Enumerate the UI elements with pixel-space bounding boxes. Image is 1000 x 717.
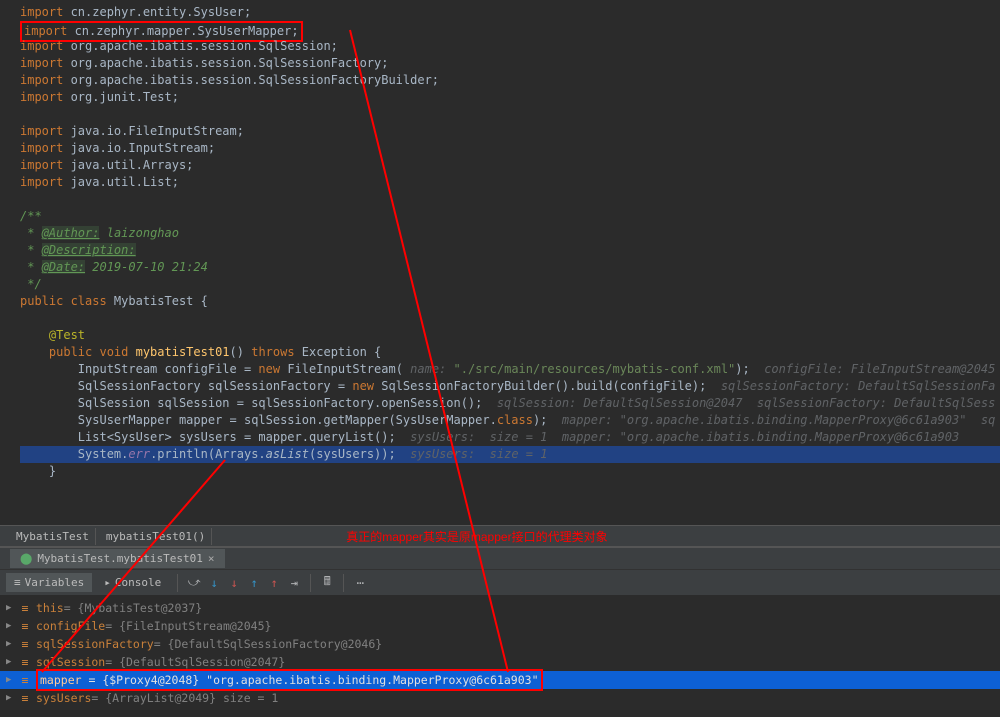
code-line[interactable]: */ <box>20 276 1000 293</box>
breadcrumb-bar: MybatisTest mybatisTest01() 真正的mapper其实是… <box>0 525 1000 547</box>
code-editor[interactable]: import cn.zephyr.entity.SysUser;import c… <box>0 0 1000 525</box>
code-line[interactable]: List<SysUser> sysUsers = mapper.queryLis… <box>20 429 1000 446</box>
code-line[interactable]: import java.util.List; <box>20 174 1000 191</box>
annotation-text: 真正的mapper其实是原mapper接口的代理类对象 <box>346 528 607 545</box>
evaluate-icon[interactable]: 🖩 <box>319 575 335 591</box>
step-over-icon[interactable]: ⤻ <box>186 575 202 591</box>
run-icon: ⬤ <box>20 552 32 565</box>
debug-tab-label: MybatisTest.mybatisTest01 <box>37 552 203 565</box>
expand-arrow-icon[interactable]: ▶ <box>6 635 18 653</box>
expand-arrow-icon[interactable]: ▶ <box>6 671 18 689</box>
debug-tab-bar: ⬤ MybatisTest.mybatisTest01 × <box>0 547 1000 569</box>
code-line[interactable]: SqlSession sqlSession = sqlSessionFactor… <box>20 395 1000 412</box>
breadcrumb-class[interactable]: MybatisTest <box>10 528 96 545</box>
code-line[interactable]: public class MybatisTest { <box>20 293 1000 310</box>
variable-row[interactable]: ▶≡this = {MybatisTest@2037} <box>0 599 1000 617</box>
code-line[interactable] <box>20 106 1000 123</box>
console-icon: ▸ <box>104 576 111 589</box>
code-line[interactable]: * @Author: laizonghao <box>20 225 1000 242</box>
code-line[interactable]: import java.io.InputStream; <box>20 140 1000 157</box>
debug-run-tab[interactable]: ⬤ MybatisTest.mybatisTest01 × <box>10 549 225 568</box>
code-line[interactable]: import org.apache.ibatis.session.SqlSess… <box>20 72 1000 89</box>
variable-icon: ≡ <box>18 655 32 669</box>
expand-arrow-icon[interactable]: ▶ <box>6 653 18 671</box>
code-line[interactable]: System.err.println(Arrays.asList(sysUser… <box>20 446 1000 463</box>
code-line[interactable]: InputStream configFile = new FileInputSt… <box>20 361 1000 378</box>
code-line[interactable]: import org.junit.Test; <box>20 89 1000 106</box>
step-out-icon[interactable]: ↑ <box>246 575 262 591</box>
code-line[interactable]: public void mybatisTest01() throws Excep… <box>20 344 1000 361</box>
separator <box>343 574 344 592</box>
variable-row[interactable]: ▶≡mapper = {$Proxy4@2048} "org.apache.ib… <box>0 671 1000 689</box>
variable-row[interactable]: ▶≡configFile = {FileInputStream@2045} <box>0 617 1000 635</box>
code-line[interactable]: import org.apache.ibatis.session.SqlSess… <box>20 55 1000 72</box>
close-icon[interactable]: × <box>208 552 215 565</box>
breadcrumb-method[interactable]: mybatisTest01() <box>100 528 212 545</box>
debug-toolbar: ≡ Variables ▸ Console ⤻ ↓ ↓ ↑ ↑ ⇥ 🖩 ⋯ <box>0 569 1000 595</box>
step-into-icon[interactable]: ↓ <box>206 575 222 591</box>
code-line[interactable]: } <box>20 463 1000 480</box>
variables-panel[interactable]: ▶≡this = {MybatisTest@2037}▶≡configFile … <box>0 595 1000 711</box>
run-to-cursor-icon[interactable]: ⇥ <box>286 575 302 591</box>
variable-icon: ≡ <box>18 673 32 687</box>
code-line[interactable] <box>20 310 1000 327</box>
drop-frame-icon[interactable]: ↑ <box>266 575 282 591</box>
variable-icon: ≡ <box>18 619 32 633</box>
variables-icon: ≡ <box>14 576 21 589</box>
code-line[interactable]: @Test <box>20 327 1000 344</box>
variables-tab[interactable]: ≡ Variables <box>6 573 92 592</box>
variable-icon: ≡ <box>18 637 32 651</box>
code-line[interactable]: * @Date: 2019-07-10 21:24 <box>20 259 1000 276</box>
variable-row[interactable]: ▶≡sysUsers = {ArrayList@2049} size = 1 <box>0 689 1000 707</box>
console-tab[interactable]: ▸ Console <box>96 573 169 592</box>
code-line[interactable]: import cn.zephyr.mapper.SysUserMapper; <box>20 21 1000 38</box>
variable-row[interactable]: ▶≡sqlSessionFactory = {DefaultSqlSession… <box>0 635 1000 653</box>
variable-icon: ≡ <box>18 691 32 705</box>
code-line[interactable]: /** <box>20 208 1000 225</box>
more-icon[interactable]: ⋯ <box>352 575 368 591</box>
expand-arrow-icon[interactable]: ▶ <box>6 689 18 707</box>
code-line[interactable]: SysUserMapper mapper = sqlSession.getMap… <box>20 412 1000 429</box>
code-line[interactable]: import cn.zephyr.entity.SysUser; <box>20 4 1000 21</box>
code-line[interactable]: import java.io.FileInputStream; <box>20 123 1000 140</box>
variables-tab-label: Variables <box>25 576 85 589</box>
code-line[interactable]: * @Description: <box>20 242 1000 259</box>
separator <box>177 574 178 592</box>
variable-icon: ≡ <box>18 601 32 615</box>
code-line[interactable] <box>20 480 1000 497</box>
force-step-into-icon[interactable]: ↓ <box>226 575 242 591</box>
code-line[interactable]: import org.apache.ibatis.session.SqlSess… <box>20 38 1000 55</box>
code-line[interactable]: SqlSessionFactory sqlSessionFactory = ne… <box>20 378 1000 395</box>
console-tab-label: Console <box>115 576 161 589</box>
code-line[interactable]: import java.util.Arrays; <box>20 157 1000 174</box>
separator <box>310 574 311 592</box>
expand-arrow-icon[interactable]: ▶ <box>6 617 18 635</box>
code-line[interactable] <box>20 191 1000 208</box>
expand-arrow-icon[interactable]: ▶ <box>6 599 18 617</box>
